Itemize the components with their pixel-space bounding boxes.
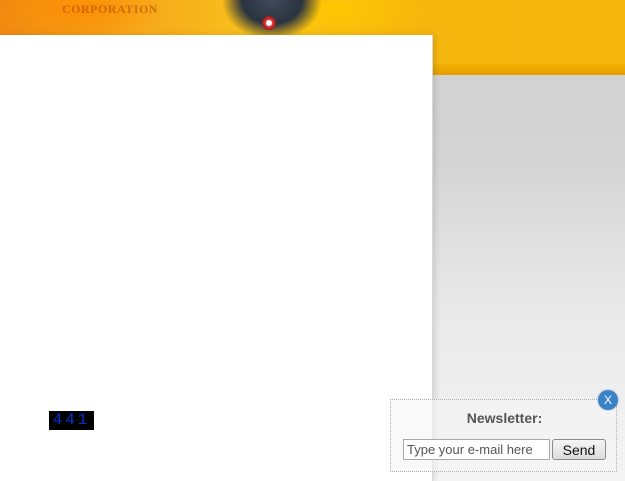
send-button[interactable]: Send <box>552 439 606 460</box>
mascot-eye-graphic <box>262 16 276 30</box>
visitor-counter: 441 <box>49 411 94 430</box>
banner-logo-text: CORPORATION <box>62 2 158 16</box>
newsletter-title: Newsletter: <box>466 410 543 426</box>
newsletter-widget: Newsletter: Send <box>390 399 617 472</box>
close-icon[interactable]: X <box>598 390 618 410</box>
email-input[interactable] <box>403 439 550 460</box>
banner-strip <box>432 64 625 75</box>
